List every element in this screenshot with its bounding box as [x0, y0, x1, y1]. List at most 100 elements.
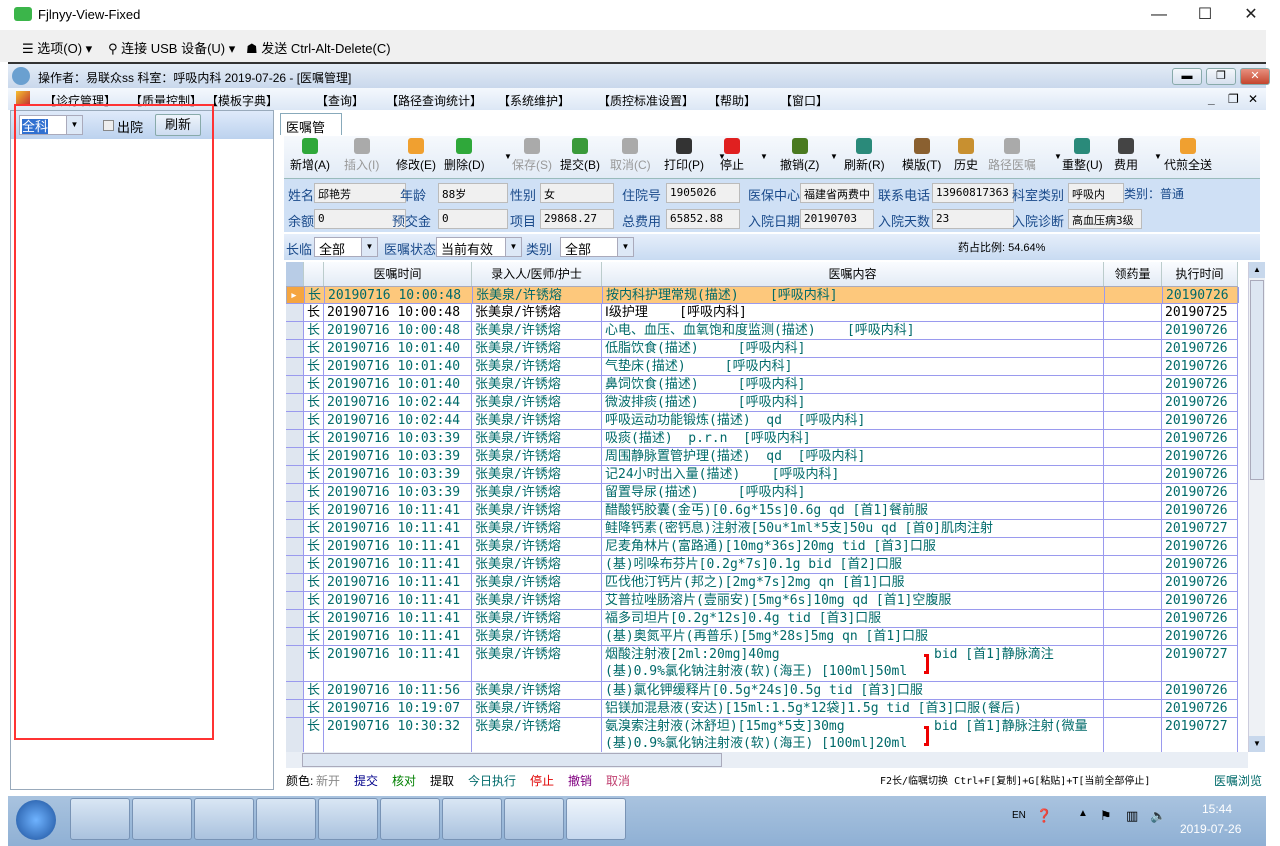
table-row[interactable]: 长 20190716 10:11:41 张美泉/许锈熔 艾普拉唑肠溶片(壹丽安)[5m… — [286, 592, 1238, 610]
mdi-restore[interactable]: ❐ — [1228, 92, 1239, 106]
row-indicator[interactable] — [286, 412, 304, 429]
taskbar-sql-query-icon[interactable] — [442, 798, 502, 840]
order-time-header[interactable]: 医嘱时间 — [324, 262, 472, 286]
table-row[interactable]: 长 20190716 10:02:44 张美泉/许锈熔 微波排痰(描述) [呼吸内科]… — [286, 394, 1238, 412]
mdi-minimize[interactable]: _ — [1208, 92, 1215, 106]
options-menu[interactable]: ☰ 选项(O) ▾ — [22, 38, 92, 57]
table-row[interactable]: 长 20190716 10:01:40 张美泉/许锈熔 低脂饮食(描述) [呼吸内科]… — [286, 340, 1238, 358]
table-row[interactable]: 长 20190716 10:00:48 张美泉/许锈熔 心电、血压、血氧饱和度监测(描… — [286, 322, 1238, 340]
type-select[interactable]: 全部 ▼ — [560, 237, 634, 257]
table-row[interactable]: 长 20190716 10:30:32 张美泉/许锈熔 氨溴索注射液(沐舒坦)[15m… — [286, 718, 1238, 754]
dropdown-arrow-icon[interactable]: ▼ — [1054, 152, 1062, 161]
taskbar-media-icon[interactable] — [132, 798, 192, 840]
dropdown-arrow-icon[interactable]: ▼ — [760, 152, 768, 161]
row-indicator[interactable] — [286, 718, 304, 753]
toolbar-button-12[interactable]: 历史 — [954, 138, 978, 173]
close-button[interactable]: ✕ — [1228, 0, 1274, 30]
longterm-select[interactable]: 全部 ▼ — [314, 237, 378, 257]
menu-system[interactable]: 【系统维护】 — [498, 92, 570, 109]
kind-header[interactable] — [304, 262, 324, 286]
table-row[interactable]: 长 20190716 10:11:41 张美泉/许锈熔 烟酸注射液[2ml:20mg]… — [286, 646, 1238, 682]
row-indicator[interactable] — [286, 484, 304, 501]
taskbar-his-icon[interactable] — [566, 798, 626, 840]
send-cad-button[interactable]: ☗ 发送 Ctrl-Alt-Delete(C) — [246, 38, 391, 57]
table-row[interactable]: 长 20190716 10:03:39 张美泉/许锈熔 周围静脉置管护理(描述) qd… — [286, 448, 1238, 466]
menu-window[interactable]: 【窗口】 — [780, 92, 828, 109]
row-indicator[interactable] — [286, 610, 304, 627]
taskbar-sql-icon[interactable] — [504, 798, 564, 840]
dropdown-arrow-icon[interactable]: ▼ — [830, 152, 838, 161]
toolbar-button-9[interactable]: 撤销(Z) — [780, 138, 819, 173]
table-row[interactable]: 长 20190716 10:00:48 张美泉/许锈熔 Ⅰ级护理 [呼吸内科] 2019… — [286, 304, 1238, 322]
table-row[interactable]: 长 20190716 10:03:39 张美泉/许锈熔 吸痰(描述) p.r.n [呼… — [286, 430, 1238, 448]
toolbar-button-2[interactable]: 修改(E) — [396, 138, 436, 173]
show-hidden-icons[interactable]: ▲ — [1078, 808, 1088, 819]
row-indicator-header[interactable] — [286, 262, 304, 286]
row-indicator[interactable] — [286, 682, 304, 699]
menu-templates[interactable]: 【模板字典】 — [206, 92, 278, 109]
volume-icon[interactable]: 🔈 — [1150, 808, 1166, 824]
table-row[interactable]: 长 20190716 10:11:41 张美泉/许锈熔 尼麦角林片(富路通)[10mg… — [286, 538, 1238, 556]
table-row[interactable]: 长 20190716 10:11:41 张美泉/许锈熔 (基)奥氮平片(再普乐)[5m… — [286, 628, 1238, 646]
tab-order-management[interactable]: 医嘱管理 — [280, 113, 342, 154]
action-center-icon[interactable]: ⚑ — [1100, 808, 1112, 824]
taskbar-yuan-icon[interactable] — [318, 798, 378, 840]
toolbar-button-7[interactable]: 打印(P) — [664, 138, 704, 173]
row-indicator[interactable] — [286, 538, 304, 555]
horizontal-scrollbar[interactable] — [286, 752, 1248, 768]
exec-time-header[interactable]: 执行时间 — [1162, 262, 1238, 286]
toolbar-button-10[interactable]: 刷新(R) — [844, 138, 885, 173]
table-row[interactable]: 长 20190716 10:11:56 张美泉/许锈熔 (基)氯化钾缓释片[0.5g*… — [286, 682, 1238, 700]
app-close-button[interactable]: ✕ — [1240, 68, 1270, 85]
help-icon[interactable]: ❓ — [1036, 808, 1052, 824]
toolbar-button-4[interactable]: 保存(S) — [512, 138, 552, 173]
toolbar-button-6[interactable]: 取消(C) — [610, 138, 651, 173]
toolbar-button-1[interactable]: 插入(I) — [344, 138, 379, 173]
toolbar-button-8[interactable]: 停止 — [720, 138, 744, 173]
row-indicator[interactable] — [286, 700, 304, 717]
maximize-button[interactable]: ☐ — [1182, 0, 1228, 30]
toolbar-button-13[interactable]: 路径医嘱 — [988, 138, 1036, 173]
row-indicator[interactable] — [286, 646, 304, 681]
network-icon[interactable]: ▥ — [1126, 808, 1138, 824]
table-row[interactable]: 长 20190716 10:11:41 张美泉/许锈熔 醋酸钙胶囊(金丐)[0.6g*… — [286, 502, 1238, 520]
toolbar-button-16[interactable]: 代煎全送 — [1164, 138, 1212, 173]
menu-help[interactable]: 【帮助】 — [708, 92, 756, 109]
menu-query[interactable]: 【查询】 — [316, 92, 364, 109]
language-indicator[interactable]: EN — [1012, 810, 1026, 821]
mdi-close[interactable]: ✕ — [1248, 92, 1258, 106]
row-indicator[interactable] — [286, 466, 304, 483]
table-row[interactable]: 长 20190716 10:01:40 张美泉/许锈熔 气垫床(描述) [呼吸内科] 2… — [286, 358, 1238, 376]
status-select[interactable]: 当前有效 ▼ — [436, 237, 522, 257]
row-indicator[interactable]: ▸ — [287, 287, 305, 303]
toolbar-button-14[interactable]: 重整(U) — [1062, 138, 1103, 173]
table-row[interactable]: 长 20190716 10:03:39 张美泉/许锈熔 记24小时出入量(描述) [呼… — [286, 466, 1238, 484]
menu-qc-settings[interactable]: 【质控标准设置】 — [598, 92, 694, 109]
row-indicator[interactable] — [286, 376, 304, 393]
order-content-header[interactable]: 医嘱内容 — [602, 262, 1104, 286]
row-indicator[interactable] — [286, 340, 304, 357]
row-indicator[interactable] — [286, 430, 304, 447]
row-indicator[interactable] — [286, 574, 304, 591]
row-indicator[interactable] — [286, 448, 304, 465]
start-button[interactable] — [16, 800, 56, 840]
table-row[interactable]: 长 20190716 10:02:44 张美泉/许锈熔 呼吸运动功能锻炼(描述) qd… — [286, 412, 1238, 430]
dropdown-arrow-icon[interactable]: ▼ — [1154, 152, 1162, 161]
toolbar-button-5[interactable]: 提交(B) — [560, 138, 600, 173]
table-row[interactable]: 长 20190716 10:03:39 张美泉/许锈熔 留置导尿(描述) [呼吸内科]… — [286, 484, 1238, 502]
toolbar-button-3[interactable]: 删除(D) — [444, 138, 485, 173]
dropdown-arrow-icon[interactable]: ▼ — [504, 152, 512, 161]
clock-date[interactable]: 2019-07-26 — [1180, 822, 1241, 836]
table-row[interactable]: 长 20190716 10:01:40 张美泉/许锈熔 鼻饲饮食(描述) [呼吸内科]… — [286, 376, 1238, 394]
app-minimize-button[interactable]: ▬ — [1172, 68, 1202, 85]
row-indicator[interactable] — [286, 556, 304, 573]
taskbar-chrome-icon[interactable] — [194, 798, 254, 840]
toolbar-button-11[interactable]: 模版(T) — [902, 138, 941, 173]
menu-path-stats[interactable]: 【路径查询统计】 — [386, 92, 482, 109]
toolbar-button-0[interactable]: 新增(A) — [290, 138, 330, 173]
dispense-qty-header[interactable]: 领药量 — [1104, 262, 1162, 286]
order-browse-link[interactable]: 医嘱浏览 — [1214, 772, 1262, 789]
row-indicator[interactable] — [286, 502, 304, 519]
usb-menu[interactable]: ⚲ 连接 USB 设备(U) ▾ — [108, 38, 235, 57]
table-row[interactable]: 长 20190716 10:11:41 张美泉/许锈熔 (基)吲哚布芬片[0.2g*7… — [286, 556, 1238, 574]
